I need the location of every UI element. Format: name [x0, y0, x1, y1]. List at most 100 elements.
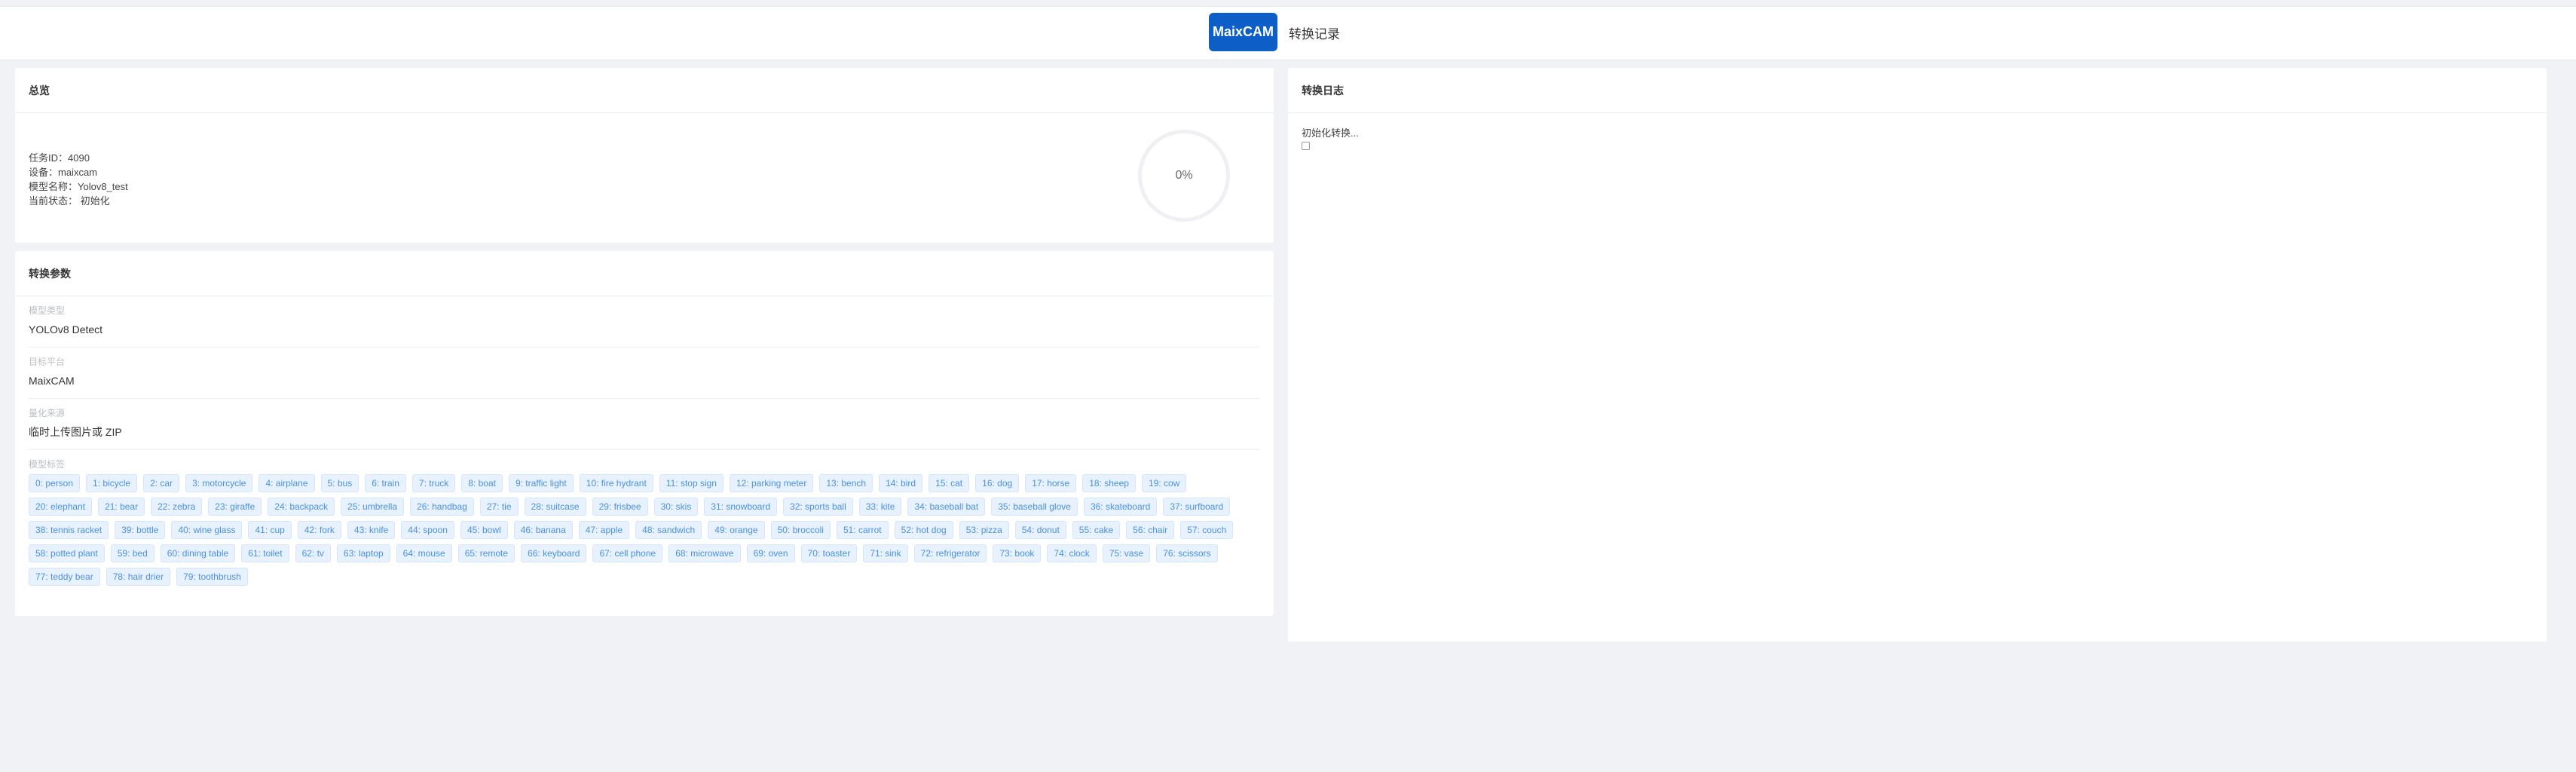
task-info: 任务ID：4090 设备：maixcam 模型名称：Yolov8_test 当前…: [29, 151, 128, 208]
label-tag: 0: person: [29, 474, 81, 492]
label-tag: 14: bird: [879, 474, 923, 492]
label-tag: 2: car: [143, 474, 180, 492]
label-tag: 31: snowboard: [704, 498, 778, 516]
param-value: YOLOv8 Detect: [29, 323, 103, 335]
label-tag: 53: pizza: [959, 521, 1009, 539]
log-body: 初始化转换...: [1302, 127, 1359, 150]
label-tag: 32: sports ball: [783, 498, 853, 516]
progress-percent: 0%: [1175, 169, 1193, 182]
label-tag-list: 0: person 1: bicycle 2: car 3: motorcycle 4:…: [29, 474, 1250, 591]
summary-card-title: 总览: [15, 68, 1274, 113]
param-label: 模型类型: [29, 305, 66, 316]
label-tag: 78: hair drier: [106, 568, 171, 586]
label-tag: 15: cat: [929, 474, 970, 492]
log-checkbox-icon[interactable]: [1302, 142, 1310, 150]
label-tag: 16: dog: [975, 474, 1020, 492]
label-tag: 38: tennis racket: [29, 521, 109, 539]
label-tag: 23: giraffe: [208, 498, 262, 516]
param-quant-source: 量化来源 临时上传图片或 ZIP: [29, 399, 1260, 450]
label-tag: 70: toaster: [800, 544, 858, 562]
label-tag: 56: chair: [1126, 521, 1175, 539]
label-tag: 74: clock: [1047, 544, 1097, 562]
label-tag: 54: donut: [1014, 521, 1066, 539]
label-tag: 44: spoon: [401, 521, 454, 539]
label-tag: 29: frisbee: [592, 498, 648, 516]
label-tag: 33: kite: [858, 498, 902, 516]
label-tag: 1: bicycle: [86, 474, 138, 492]
label-tag: 41: cup: [248, 521, 292, 539]
label-tag: 3: motorcycle: [185, 474, 253, 492]
label-tag: 25: umbrella: [341, 498, 405, 516]
param-model-type: 模型类型 YOLOv8 Detect: [29, 296, 1260, 348]
label-tag: 50: broccoli: [770, 521, 831, 539]
label-tag: 46: banana: [513, 521, 573, 539]
label-tag: 51: carrot: [836, 521, 889, 539]
label-tag: 20: elephant: [29, 498, 93, 516]
label-tag: 7: truck: [411, 474, 456, 492]
label-tag: 27: tie: [479, 498, 519, 516]
label-tag: 52: hot dog: [894, 521, 953, 539]
progress-ring: 0%: [1138, 130, 1230, 222]
label-tag: 48: sandwich: [635, 521, 702, 539]
label-tag: 37: surfboard: [1163, 498, 1231, 516]
param-label: 量化来源: [29, 408, 66, 418]
label-tag: 69: oven: [746, 544, 795, 562]
label-tag: 47: apple: [578, 521, 630, 539]
top-navbar: MaixCAM 转换记录: [0, 6, 2576, 60]
param-value: MaixCAM: [29, 375, 75, 387]
status-line: 当前状态： 初始化: [29, 195, 110, 207]
label-tag: 10: fire hydrant: [579, 474, 653, 492]
label-tag: 77: teddy bear: [29, 568, 100, 586]
label-tag: 9: traffic light: [508, 474, 574, 492]
label-tag: 5: bus: [320, 474, 359, 492]
label-tag: 66: keyboard: [521, 544, 587, 562]
label-tag: 62: tv: [295, 544, 331, 562]
label-tag: 6: train: [365, 474, 406, 492]
label-tag: 76: scissors: [1156, 544, 1218, 562]
label-tag: 79: toothbrush: [176, 568, 248, 586]
label-tag: 63: laptop: [336, 544, 390, 562]
label-tag: 58: potted plant: [29, 544, 105, 562]
label-tag: 24: backpack: [268, 498, 335, 516]
summary-card: 总览 任务ID：4090 设备：maixcam 模型名称：Yolov8_test…: [15, 68, 1274, 243]
label-tag: 17: horse: [1025, 474, 1077, 492]
label-tag: 35: baseball glove: [991, 498, 1078, 516]
label-tag: 57: couch: [1180, 521, 1234, 539]
label-tag: 43: knife: [347, 521, 396, 539]
param-value: 临时上传图片或 ZIP: [29, 426, 122, 438]
brand-logo[interactable]: MaixCAM: [1209, 13, 1277, 51]
label-tag: 60: dining table: [160, 544, 236, 562]
label-tag: 71: sink: [863, 544, 908, 562]
label-tag: 39: bottle: [115, 521, 166, 539]
log-line: 初始化转换...: [1302, 127, 1359, 139]
label-tag: 75: vase: [1102, 544, 1151, 562]
model-name-line: 模型名称：Yolov8_test: [29, 181, 128, 192]
task-id-line: 任务ID：4090: [29, 152, 90, 164]
device-line: 设备：maixcam: [29, 167, 98, 178]
label-tag: 11: stop sign: [659, 474, 724, 492]
label-tag: 28: suitcase: [524, 498, 586, 516]
page-title: 转换记录: [1289, 27, 1340, 41]
label-tag: 19: cow: [1141, 474, 1187, 492]
label-tag: 26: handbag: [410, 498, 474, 516]
params-card: 转换参数 模型类型 YOLOv8 Detect 目标平台 MaixCAM 量化来…: [15, 251, 1274, 616]
label-tag: 21: bear: [98, 498, 145, 516]
labels-title: 模型标签: [29, 459, 66, 470]
params-card-title: 转换参数: [15, 251, 1274, 296]
label-tag: 45: bowl: [460, 521, 508, 539]
label-tag: 73: book: [993, 544, 1042, 562]
label-tag: 49: orange: [708, 521, 765, 539]
label-tag: 67: cell phone: [592, 544, 663, 562]
label-tag: 68: microwave: [668, 544, 741, 562]
param-label: 目标平台: [29, 357, 66, 367]
log-card: 转换日志 初始化转换...: [1288, 68, 2547, 642]
label-tag: 59: bed: [110, 544, 154, 562]
label-tag: 61: toilet: [241, 544, 289, 562]
label-tag: 18: sheep: [1082, 474, 1136, 492]
label-tag: 65: remote: [457, 544, 516, 562]
label-tag: 42: fork: [297, 521, 341, 539]
label-tag: 13: bench: [819, 474, 873, 492]
label-tag: 22: zebra: [151, 498, 203, 516]
label-tag: 8: boat: [461, 474, 503, 492]
label-tag: 12: parking meter: [729, 474, 814, 492]
